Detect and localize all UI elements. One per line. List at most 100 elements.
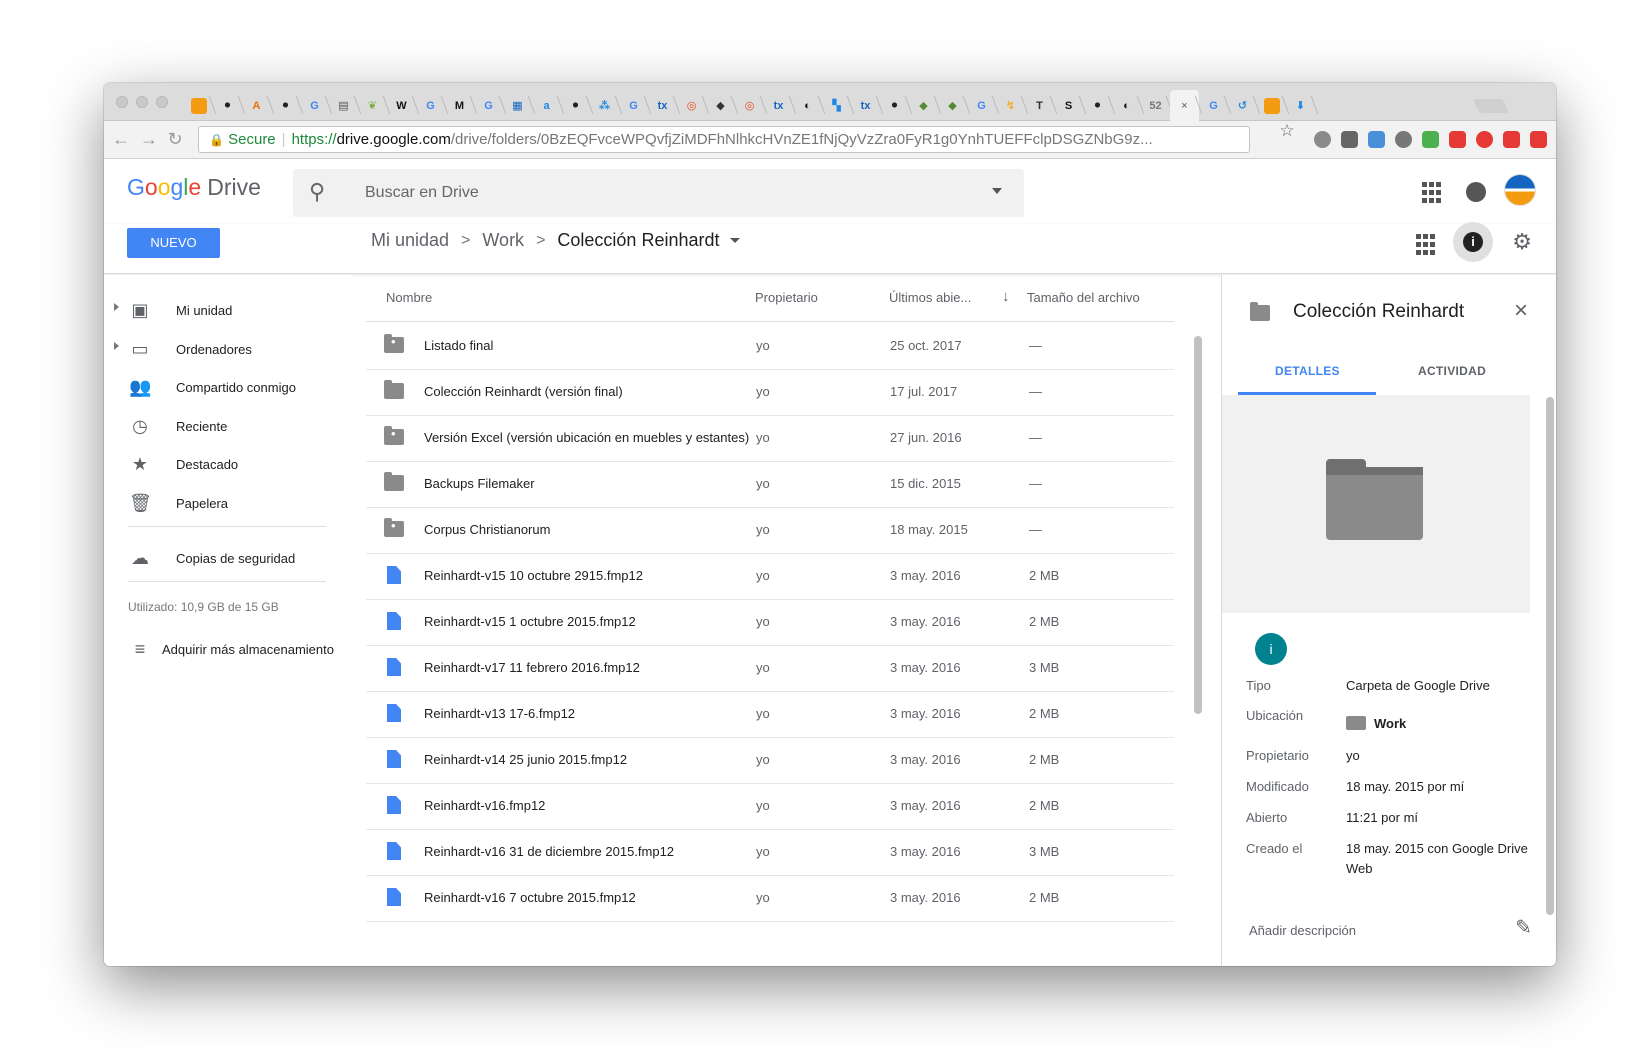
browser-tab[interactable]: ⚫ xyxy=(213,90,242,121)
back-button[interactable]: ← xyxy=(110,129,132,150)
tab-activity[interactable]: ACTIVIDAD xyxy=(1418,364,1486,378)
file-row[interactable]: Reinhardt-v15 10 octubre 2915.fmp12 yo 3 m… xyxy=(366,552,1174,600)
browser-tab[interactable]: ↺ xyxy=(1228,90,1257,121)
details-toggle-button[interactable]: i xyxy=(1453,222,1493,262)
breadcrumb-my-drive[interactable]: Mi unidad xyxy=(371,230,449,251)
browser-tab[interactable]: ◎ xyxy=(735,90,764,121)
file-list-scrollbar[interactable] xyxy=(1194,336,1202,714)
minimize-window-button[interactable] xyxy=(136,96,148,108)
extension-icon[interactable] xyxy=(1476,131,1493,148)
file-row[interactable]: Backups Filemaker yo 15 dic. 2015 — xyxy=(366,460,1174,508)
search-icon[interactable]: ⚲ xyxy=(309,179,325,205)
file-row[interactable]: Reinhardt-v15 1 octubre 2015.fmp12 yo 3 ma… xyxy=(366,598,1174,646)
extension-icon[interactable] xyxy=(1503,131,1520,148)
new-button[interactable]: NUEVO xyxy=(127,228,220,258)
details-scrollbar[interactable] xyxy=(1546,397,1554,915)
browser-tab[interactable]: a xyxy=(532,90,561,121)
browser-tab[interactable]: tx xyxy=(648,90,677,121)
sidebar-item[interactable]: ▣ Mi unidad xyxy=(104,293,351,329)
forward-button[interactable]: → xyxy=(138,129,160,150)
file-row[interactable]: Reinhardt-v14 25 junio 2015.fmp12 yo 3 may… xyxy=(366,736,1174,784)
reload-button[interactable]: ↻ xyxy=(164,129,186,150)
extension-icon[interactable] xyxy=(1395,131,1412,148)
browser-tab[interactable]: ◐ xyxy=(793,90,822,121)
file-row[interactable]: Reinhardt-v17 11 febrero 2016.fmp12 yo 3 m… xyxy=(366,644,1174,692)
browser-tab[interactable]: G xyxy=(416,90,445,121)
close-icon[interactable]: × xyxy=(1514,297,1528,325)
column-header-name[interactable]: Nombre xyxy=(386,290,432,305)
browser-tab[interactable]: M xyxy=(445,90,474,121)
details-field-value[interactable]: Work xyxy=(1346,714,1531,734)
tab-details[interactable]: DETALLES xyxy=(1275,364,1340,378)
browser-tab[interactable]: ▦ xyxy=(503,90,532,121)
browser-tab[interactable]: G xyxy=(474,90,503,121)
breadcrumb-current-folder[interactable]: Colección Reinhardt xyxy=(557,230,719,251)
browser-tab[interactable]: ↯ xyxy=(996,90,1025,121)
sidebar-item-backups[interactable]: ☁ Copias de seguridad xyxy=(104,541,351,577)
settings-gear-icon[interactable]: ⚙ xyxy=(1512,229,1532,255)
file-row[interactable]: Listado final yo 25 oct. 2017 — xyxy=(366,322,1174,370)
sort-arrow-down-icon[interactable]: ↓ xyxy=(1002,288,1010,305)
close-window-button[interactable] xyxy=(116,96,128,108)
grid-view-icon[interactable] xyxy=(1416,234,1438,256)
new-tab-button[interactable] xyxy=(1472,99,1510,113)
file-row[interactable]: Reinhardt-v13 17-6.fmp12 yo 3 may. 2016 2 M… xyxy=(366,690,1174,738)
file-row[interactable]: Reinhardt-v16 7 octubre 2015.fmp12 yo 3 ma… xyxy=(366,874,1174,922)
browser-tab[interactable]: A xyxy=(242,90,271,121)
browser-tab[interactable]: T xyxy=(1025,90,1054,121)
search-input[interactable]: Buscar en Drive xyxy=(365,184,479,202)
browser-tab[interactable]: W xyxy=(387,90,416,121)
file-row[interactable]: Colección Reinhardt (versión final) yo 17 … xyxy=(366,368,1174,416)
browser-tab[interactable]: ⚫ xyxy=(880,90,909,121)
folder-menu-dropdown-icon[interactable] xyxy=(729,238,740,243)
extension-icon[interactable] xyxy=(1449,131,1466,148)
browser-tab[interactable]: ◆ xyxy=(938,90,967,121)
active-tab-close-icon[interactable]: × xyxy=(1170,90,1199,121)
extension-icon[interactable] xyxy=(1530,131,1547,148)
browser-tab[interactable]: ▚ xyxy=(822,90,851,121)
buy-storage-link[interactable]: ≡ Adquirir más almacenamiento xyxy=(104,632,351,668)
apps-grid-icon[interactable] xyxy=(1422,182,1444,204)
browser-tab[interactable]: ◐ xyxy=(1112,90,1141,121)
sidebar-item[interactable]: 👥 Compartido conmigo xyxy=(104,370,351,406)
bookmark-star-icon[interactable]: ☆ xyxy=(1276,121,1298,141)
browser-tab[interactable]: ❦ xyxy=(358,90,387,121)
sidebar-item[interactable]: ▭ Ordenadores xyxy=(104,332,351,368)
edit-pencil-icon[interactable]: ✎ xyxy=(1515,915,1532,940)
extension-icon[interactable] xyxy=(1314,131,1331,148)
browser-tab[interactable] xyxy=(184,90,213,121)
account-avatar[interactable] xyxy=(1504,174,1536,206)
column-header-last-opened[interactable]: Últimos abie... xyxy=(889,290,971,305)
browser-tab[interactable]: ▤ xyxy=(329,90,358,121)
expand-arrow-icon[interactable] xyxy=(114,303,119,311)
notifications-bell-icon[interactable] xyxy=(1466,182,1488,204)
location-link[interactable]: Work xyxy=(1374,716,1406,731)
extension-icon[interactable] xyxy=(1341,131,1358,148)
browser-tab[interactable]: G xyxy=(1199,90,1228,121)
browser-tab[interactable]: ⚫ xyxy=(271,90,300,121)
browser-tab[interactable]: G xyxy=(300,90,329,121)
browser-tab[interactable]: ⬇ xyxy=(1286,90,1315,121)
file-row[interactable]: Corpus Christianorum yo 18 may. 2015 — xyxy=(366,506,1174,554)
file-row[interactable]: Versión Excel (versión ubicación en mueb… xyxy=(366,414,1174,462)
breadcrumb-work[interactable]: Work xyxy=(482,230,524,251)
browser-tab[interactable]: ◎ xyxy=(677,90,706,121)
browser-tab[interactable]: S xyxy=(1054,90,1083,121)
add-description-field[interactable]: Añadir descripción xyxy=(1249,923,1356,938)
browser-tab[interactable]: 52 xyxy=(1141,90,1170,121)
extension-icon[interactable] xyxy=(1422,131,1439,148)
browser-tab[interactable]: ⚫ xyxy=(561,90,590,121)
extension-icon[interactable] xyxy=(1368,131,1385,148)
expand-arrow-icon[interactable] xyxy=(114,342,119,350)
sidebar-item[interactable]: 🗑 Papelera xyxy=(104,486,351,522)
browser-tab[interactable]: ◆ xyxy=(706,90,735,121)
browser-tab[interactable]: ⚫ xyxy=(1083,90,1112,121)
address-bar[interactable]: 🔒 Secure | https://drive.google.com/drive/… xyxy=(198,126,1250,153)
browser-tab[interactable]: tx xyxy=(851,90,880,121)
sidebar-item[interactable]: ◷ Reciente xyxy=(104,409,351,445)
browser-tab[interactable] xyxy=(1257,90,1286,121)
search-box[interactable]: ⚲ Buscar en Drive xyxy=(293,169,1024,217)
column-header-size[interactable]: Tamaño del archivo xyxy=(1027,290,1140,305)
browser-tab[interactable]: ⁂ xyxy=(590,90,619,121)
google-drive-logo[interactable]: Google Drive xyxy=(127,174,261,201)
